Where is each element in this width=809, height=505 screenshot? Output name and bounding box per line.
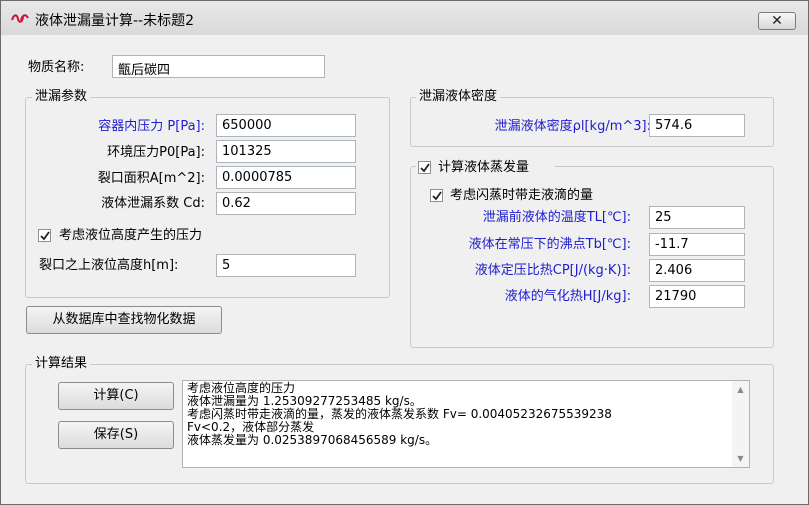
density-label: 泄漏液体密度ρl[kg/m^3]: bbox=[494, 119, 651, 134]
ambient-pressure-label: 环境压力P0[Pa]: bbox=[107, 145, 205, 160]
leak-params-group-title: 泄漏参数 bbox=[32, 89, 91, 105]
lookup-database-button[interactable]: 从数据库中查找物化数据 bbox=[26, 306, 222, 334]
evaporation-checkbox[interactable] bbox=[418, 161, 431, 174]
specific-heat-input[interactable]: 2.406 bbox=[649, 259, 745, 282]
liquid-height-input[interactable]: 5 bbox=[216, 254, 356, 277]
scroll-up-icon[interactable]: ▲ bbox=[732, 381, 749, 398]
ambient-pressure-input[interactable]: 101325 bbox=[216, 140, 356, 163]
density-group-title: 泄漏液体密度 bbox=[416, 89, 501, 105]
boiling-point-input[interactable]: -11.7 bbox=[649, 233, 745, 256]
dialog-body: 物质名称: 甑后碳四 泄漏参数 容器内压力 P[Pa]: 650000 环境压力… bbox=[8, 38, 801, 498]
liquid-level-pressure-label: 考虑液位高度产生的压力 bbox=[59, 228, 203, 243]
specific-heat-label: 液体定压比热CP[J/(kg·K)]: bbox=[474, 263, 631, 278]
close-button[interactable]: ✕ bbox=[758, 12, 796, 30]
container-pressure-input[interactable]: 650000 bbox=[216, 114, 356, 137]
scroll-down-icon[interactable]: ▼ bbox=[732, 450, 749, 467]
checkmark-icon bbox=[40, 231, 50, 241]
container-pressure-label: 容器内压力 P[Pa]: bbox=[98, 119, 205, 134]
title-bar[interactable]: 液体泄漏量计算--未标题2 ✕ bbox=[1, 1, 808, 35]
material-name-label: 物质名称: bbox=[28, 60, 85, 75]
app-window: 液体泄漏量计算--未标题2 ✕ 物质名称: 甑后碳四 泄漏参数 容器内压力 P[… bbox=[0, 0, 809, 505]
leak-area-label: 裂口面积A[m^2]: bbox=[97, 171, 205, 186]
boiling-point-label: 液体在常压下的沸点Tb[℃]: bbox=[468, 237, 631, 252]
close-icon: ✕ bbox=[771, 13, 783, 29]
checkmark-icon bbox=[432, 191, 442, 201]
liquid-height-label: 裂口之上液位高度h[m]: bbox=[39, 258, 179, 273]
droplet-label: 考虑闪蒸时带走液滴的量 bbox=[450, 188, 594, 203]
leak-coefficient-input[interactable]: 0.62 bbox=[216, 192, 356, 215]
checkmark-icon bbox=[420, 163, 430, 173]
vaporization-heat-input[interactable]: 21790 bbox=[649, 285, 745, 308]
droplet-checkbox[interactable] bbox=[430, 189, 443, 202]
save-button[interactable]: 保存(S) bbox=[58, 421, 174, 449]
leak-area-input[interactable]: 0.0000785 bbox=[216, 166, 356, 189]
app-logo-icon bbox=[11, 11, 29, 25]
vaporization-heat-label: 液体的气化热H[J/kg]: bbox=[504, 289, 631, 304]
material-name-input[interactable]: 甑后碳四 bbox=[112, 55, 325, 78]
liquid-level-pressure-checkbox[interactable] bbox=[38, 229, 51, 242]
result-line: 液体蒸发量为 0.0253897068456589 kg/s。 bbox=[187, 433, 438, 447]
density-input[interactable]: 574.6 bbox=[649, 114, 745, 137]
temperature-input[interactable]: 25 bbox=[649, 206, 745, 229]
calculate-button[interactable]: 计算(C) bbox=[58, 382, 174, 410]
leak-coefficient-label: 液体泄漏系数 Cd: bbox=[101, 196, 205, 211]
temperature-label: 泄漏前液体的温度TL[℃]: bbox=[482, 210, 631, 225]
evaporation-group-title: 计算液体蒸发量 bbox=[438, 160, 530, 175]
results-group-title: 计算结果 bbox=[32, 356, 91, 372]
window-title: 液体泄漏量计算--未标题2 bbox=[35, 13, 195, 29]
results-scrollbar[interactable]: ▲ ▼ bbox=[732, 381, 749, 467]
results-textarea[interactable]: 考虑液位高度的压力 液体泄漏量为 1.25309277253485 kg/s。 … bbox=[182, 380, 750, 468]
